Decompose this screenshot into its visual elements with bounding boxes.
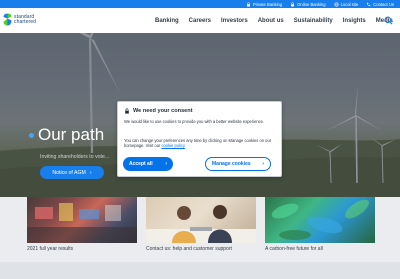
feature-cards: 2021 full year results Contact us: help … (27, 197, 375, 257)
card-carbon-label: A carbon-free future for all (265, 246, 323, 252)
accent-dot-icon (29, 132, 34, 138)
brand-line2: chartered (14, 18, 37, 25)
accept-all-button[interactable]: Accept all › (123, 157, 173, 171)
hero-title: Our path (29, 125, 104, 145)
chevron-right-icon: › (262, 161, 264, 167)
utility-bar: Private Banking Online Banking Local sit… (0, 0, 400, 8)
brand-wordmark: standard chartered (14, 14, 37, 25)
online-banking-link[interactable]: Online Banking (290, 1, 326, 7)
local-site-label: Local site (340, 1, 359, 7)
notice-of-agm-label: Notice of AGM (52, 169, 86, 176)
nav-investors[interactable]: Investors (216, 18, 253, 24)
private-banking-label: Private Banking (252, 1, 283, 7)
consent-body-intro: We would like to use cookies to provide … (124, 119, 265, 124)
card-results-label: 2021 full year results (27, 246, 74, 252)
contact-us-label: Contact Us (373, 1, 394, 7)
lock-icon (291, 1, 295, 6)
consent-body-text: You can change your preferences any time… (124, 138, 272, 149)
phone-icon (367, 2, 371, 6)
primary-nav: Banking Careers Investors About us Susta… (150, 8, 398, 33)
cookie-consent-dialog: We need your consent We would like to us… (117, 101, 282, 177)
private-banking-link[interactable]: Private Banking (246, 2, 282, 7)
hero-title-text: Our path (38, 125, 105, 144)
nav-banking[interactable]: Banking (150, 18, 184, 24)
cookie-policy-link[interactable]: cookie policy (161, 143, 184, 148)
accept-all-label: Accept all (129, 161, 153, 167)
card-contact-label: Contact us: help and customer support (146, 246, 232, 252)
notice-of-agm-button[interactable]: Notice of AGM › (40, 166, 104, 179)
local-site-link[interactable]: Local site (333, 1, 359, 7)
nav-careers[interactable]: Careers (184, 18, 216, 24)
hero-subtitle: Inviting shareholders to vote... (40, 154, 110, 160)
brand-logo[interactable]: standard chartered (3, 13, 36, 26)
footer-strip (0, 262, 400, 279)
market-street-image (27, 197, 137, 243)
consent-title: We need your consent (133, 108, 193, 114)
logo-icon (3, 13, 12, 26)
nav-sustainability[interactable]: Sustainability (289, 18, 338, 24)
consent-body-details: You can change your preferences any time… (124, 138, 276, 149)
manage-cookies-button[interactable]: Manage cookies › (205, 157, 271, 171)
card-carbon[interactable]: A carbon-free future for all (265, 197, 375, 257)
green-leaves-image (265, 197, 375, 243)
search-icon[interactable] (384, 16, 393, 25)
main-header: standard chartered Banking Careers Inves… (0, 8, 400, 33)
nav-about-us[interactable]: About us (253, 18, 289, 24)
lock-icon (125, 108, 129, 114)
card-contact[interactable]: Contact us: help and customer support (146, 197, 256, 257)
chevron-right-icon: › (89, 169, 92, 176)
people-meeting-image (146, 197, 256, 243)
globe-icon (333, 1, 339, 7)
online-banking-label: Online Banking (297, 1, 326, 7)
manage-cookies-label: Manage cookies (212, 161, 251, 167)
card-results[interactable]: 2021 full year results (27, 197, 137, 257)
contact-us-link[interactable]: Contact Us (366, 2, 394, 7)
consent-header: We need your consent (124, 108, 193, 114)
chevron-right-icon: › (165, 161, 167, 167)
lock-icon (246, 1, 250, 6)
nav-insights[interactable]: Insights (338, 18, 371, 24)
